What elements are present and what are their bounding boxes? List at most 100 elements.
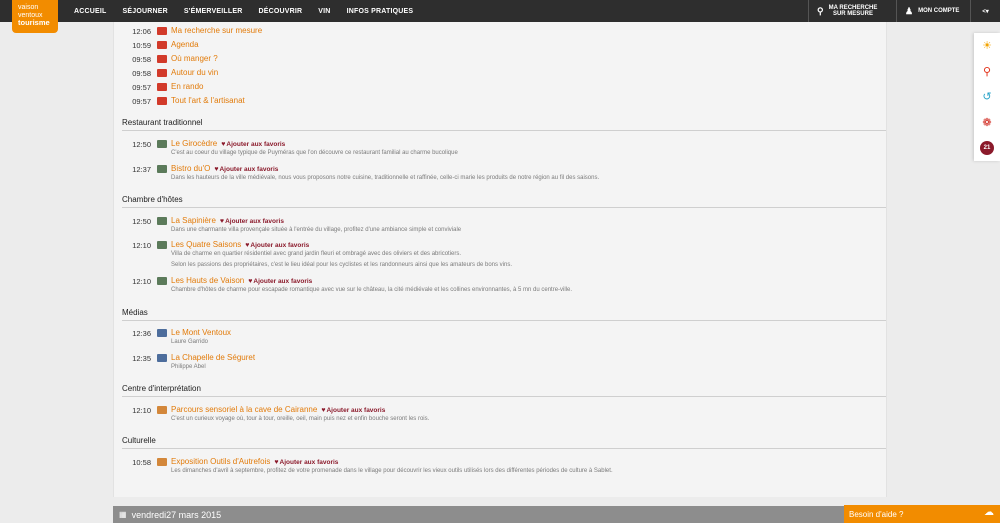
item-link[interactable]: Où manger ?	[171, 54, 218, 63]
list-item: 12:06 Ma recherche sur mesure	[114, 25, 884, 37]
heart-icon: ♥	[219, 218, 225, 225]
page-thumbnail-icon	[157, 83, 167, 91]
nav-item-vin[interactable]: VIN	[318, 8, 330, 15]
user-icon: ♟	[905, 5, 914, 16]
item-description: Villa de charme en quartier résidentiel …	[171, 251, 462, 257]
item-link[interactable]: Parcours sensoriel à la cave de Cairanne…	[171, 405, 385, 414]
custom-search-button[interactable]: ⚲ MA RECHERCHE SUR MESURE	[808, 0, 896, 22]
photo-thumbnail-icon	[157, 329, 167, 337]
map-pin-icon: ⚲	[982, 65, 992, 78]
list-item: 12:50 La Sapinière ♥Ajouter aux favoris	[114, 215, 884, 227]
photo-thumbnail-icon	[157, 277, 167, 285]
list-item: 12:37 Bistro du'O ♥Ajouter aux favoris	[114, 163, 884, 175]
item-link[interactable]: La Sapinière ♥Ajouter aux favoris	[171, 216, 284, 225]
photo-thumbnail-icon	[157, 140, 167, 148]
list-item: 12:35 La Chapelle de Séguret	[114, 352, 884, 364]
help-label: Besoin d'aide ?	[849, 509, 904, 519]
page-thumbnail-icon	[157, 69, 167, 77]
item-link[interactable]: Les Quatre Saisons ♥Ajouter aux favoris	[171, 240, 309, 249]
logo-line-1: vaison	[18, 4, 39, 11]
list-item: 12:10 Les Hauts de Vaison ♥Ajouter aux fa…	[114, 275, 884, 287]
item-link[interactable]: Le Mont Ventoux	[171, 328, 231, 337]
side-toolbar: ☀ ⚲ ↺ ❁ 21	[974, 33, 1000, 161]
add-favorite-button[interactable]: ♥Ajouter aux favoris	[248, 278, 312, 285]
item-time: 12:50	[132, 217, 151, 226]
item-link[interactable]: La Chapelle de Séguret	[171, 353, 255, 362]
section-title-centre: Centre d'interprétation	[122, 384, 201, 393]
account-label: MON COMPTE	[918, 8, 960, 14]
item-link[interactable]: Les Hauts de Vaison ♥Ajouter aux favoris	[171, 276, 312, 285]
list-item: 12:36 Le Mont Ventoux	[114, 327, 884, 339]
item-time: 12:10	[132, 406, 151, 415]
item-description: Dans une charmante villa provençale situ…	[171, 227, 462, 233]
page-thumbnail-icon	[157, 41, 167, 49]
nav-item-emerveiller[interactable]: S'ÉMERVEILLER	[184, 8, 243, 15]
account-button[interactable]: ♟ MON COMPTE	[896, 0, 970, 22]
logo-line-3: tourisme	[18, 18, 50, 27]
section-divider	[122, 130, 886, 131]
section-title-medias: Médias	[122, 308, 148, 317]
item-time: 10:58	[132, 458, 151, 467]
section-title-chambre: Chambre d'hôtes	[122, 195, 183, 204]
item-link[interactable]: En rando	[171, 82, 203, 91]
section-divider	[122, 320, 886, 321]
item-description: C'est un curieux voyage où, tour à tour,…	[171, 416, 430, 422]
item-link[interactable]: Le Girocèdre ♥Ajouter aux favoris	[171, 139, 285, 148]
gear-icon: ❁	[982, 117, 992, 130]
heart-icon: ♥	[274, 459, 279, 466]
item-author: Philippe Abel	[171, 364, 206, 370]
search-icon: ⚲	[817, 5, 824, 16]
main-menu: ACCUEIL SÉJOURNER S'ÉMERVEILLER DÉCOUVRI…	[74, 0, 429, 22]
nav-item-accueil[interactable]: ACCUEIL	[74, 8, 107, 15]
item-time: 10:59	[132, 41, 151, 50]
site-logo[interactable]: vaison ventoux tourisme	[12, 0, 58, 33]
item-link[interactable]: Tout l'art & l'artisanat	[171, 96, 245, 105]
date-label: vendredi27 mars 2015	[131, 509, 222, 520]
page-thumbnail-icon	[157, 97, 167, 105]
item-link[interactable]: Exposition Outils d'Autrefois ♥Ajouter au…	[171, 457, 338, 466]
add-favorite-button[interactable]: ♥Ajouter aux favoris	[274, 459, 338, 466]
item-author: Laure Garrido	[171, 339, 209, 345]
favorites-button[interactable]: 21	[974, 135, 1000, 161]
nav-item-infos-pratiques[interactable]: INFOS PRATIQUES	[347, 8, 414, 15]
photo-thumbnail-icon	[157, 241, 167, 249]
list-item: 12:50 Le Girocèdre ♥Ajouter aux favoris	[114, 138, 884, 150]
heart-icon: ♥	[248, 278, 253, 285]
add-favorite-button[interactable]: ♥Ajouter aux favoris	[245, 242, 309, 249]
photo-thumbnail-icon	[157, 165, 167, 173]
history-panel: 12:06 Ma recherche sur mesure 10:59 Agen…	[113, 22, 887, 497]
list-item: 09:58 Autour du vin	[114, 67, 884, 79]
item-time: 12:36	[132, 329, 151, 338]
date-header[interactable]: ▦ vendredi27 mars 2015	[113, 506, 887, 523]
nav-item-sejourner[interactable]: SÉJOURNER	[123, 8, 168, 15]
settings-button[interactable]: ❁	[974, 110, 1000, 136]
item-link[interactable]: Ma recherche sur mesure	[171, 26, 262, 35]
list-item: 12:10 Parcours sensoriel à la cave de Ca…	[114, 404, 884, 416]
history-button[interactable]: ↺	[974, 84, 1000, 110]
add-favorite-button[interactable]: ♥Ajouter aux favoris	[214, 166, 278, 173]
item-time: 12:06	[132, 27, 151, 36]
item-time: 09:58	[132, 69, 151, 78]
item-time: 09:57	[132, 97, 151, 106]
list-item: 09:57 En rando	[114, 81, 884, 93]
add-favorite-button[interactable]: ♥Ajouter aux favoris	[321, 407, 385, 414]
list-item: 09:58 Où manger ?	[114, 53, 884, 65]
nav-item-decouvrir[interactable]: DÉCOUVRIR	[258, 8, 302, 15]
photo-thumbnail-icon	[157, 406, 167, 414]
add-favorite-button[interactable]: ♥Ajouter aux favoris	[221, 141, 285, 148]
item-time: 09:58	[132, 55, 151, 64]
help-button[interactable]: Besoin d'aide ? ☁	[844, 505, 1000, 523]
section-title-culturelle: Culturelle	[122, 436, 156, 445]
item-link[interactable]: Agenda	[171, 40, 199, 49]
history-icon: ↺	[982, 91, 992, 104]
section-divider	[122, 207, 886, 208]
section-title-restaurant: Restaurant traditionnel	[122, 118, 203, 127]
map-button[interactable]: ⚲	[974, 59, 1000, 85]
chat-bubble-icon: ☁	[984, 507, 994, 518]
item-link[interactable]: Autour du vin	[171, 68, 218, 77]
item-link[interactable]: Bistro du'O ♥Ajouter aux favoris	[171, 164, 278, 173]
item-time: 09:57	[132, 83, 151, 92]
add-favorite-button[interactable]: ♥Ajouter aux favoris	[220, 218, 284, 225]
weather-button[interactable]: ☀	[974, 33, 1000, 59]
share-button[interactable]: <▾	[970, 0, 1000, 22]
